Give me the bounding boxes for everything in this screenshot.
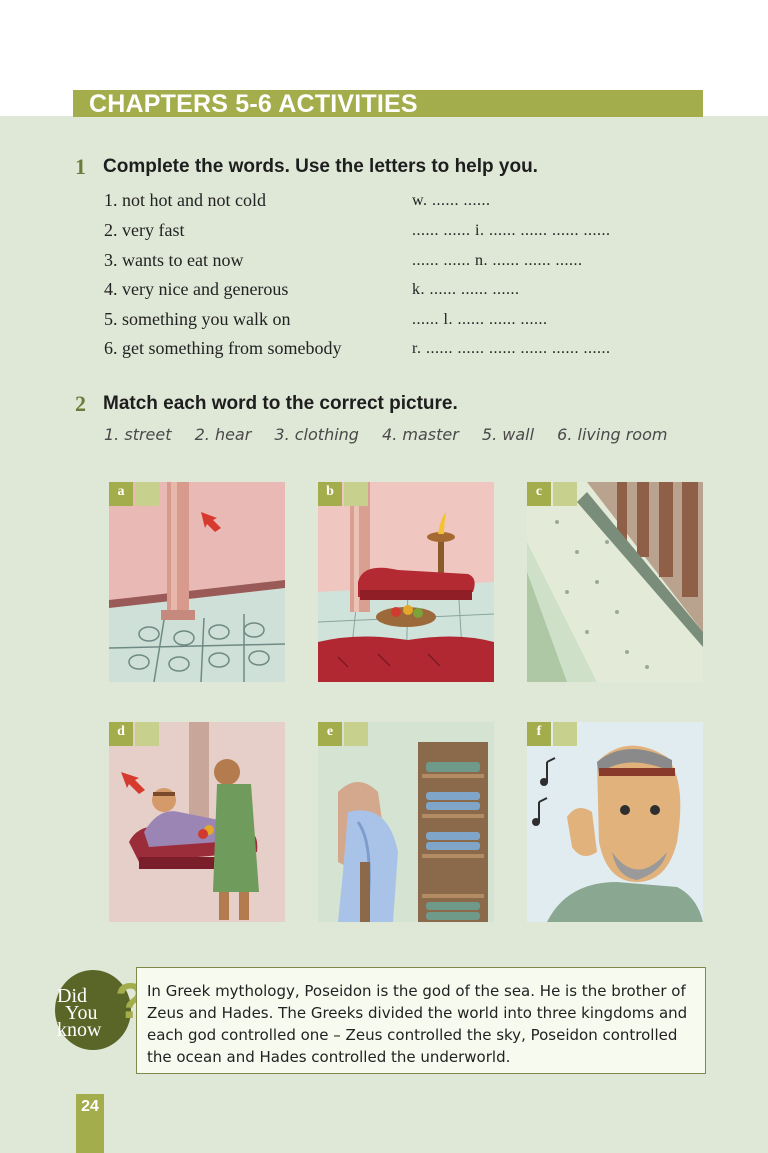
page-title: CHAPTERS 5-6 ACTIVITIES xyxy=(89,90,418,118)
picture-e-label: e xyxy=(318,722,368,746)
answer-blank-1[interactable]: w. ...... ...... xyxy=(412,192,491,210)
answer-blank-6[interactable]: r. ...... ...... ...... ...... ...... ..… xyxy=(412,340,610,358)
word-2: 2. hear xyxy=(194,425,252,444)
did-you-know-box: In Greek mythology, Poseidon is the god … xyxy=(136,967,706,1074)
chapter-header-bar: CHAPTERS 5-6 ACTIVITIES xyxy=(73,90,703,118)
word-6: 6. living room xyxy=(557,425,668,444)
clue-2: 2. very fast xyxy=(104,220,185,240)
picture-f-label: f xyxy=(527,722,577,746)
answer-blank-5[interactable]: ...... l. ...... ...... ...... xyxy=(412,311,547,329)
answer-blank-2[interactable]: ...... ...... i. ...... ...... ...... ..… xyxy=(412,222,610,240)
picture-b[interactable]: b xyxy=(318,482,494,682)
answer-blank-4[interactable]: k. ...... ...... ...... xyxy=(412,281,520,299)
clue-6: 6. get something from somebody xyxy=(104,338,342,358)
man-hearing-illustration xyxy=(527,722,703,922)
exercise-2-instruction: Match each word to the correct picture. xyxy=(103,393,458,414)
clothing-shelves-illustration xyxy=(318,722,494,922)
page-number: 24 xyxy=(81,1098,99,1115)
did-you-know-text: In Greek mythology, Poseidon is the god … xyxy=(147,982,688,1066)
picture-a[interactable]: a xyxy=(109,482,285,682)
master-reclining-illustration xyxy=(109,722,285,922)
picture-d-label: d xyxy=(109,722,159,746)
picture-f[interactable]: f xyxy=(527,722,703,922)
picture-d[interactable]: d xyxy=(109,722,285,922)
word-4: 4. master xyxy=(382,425,459,444)
wall-with-arrow-illustration xyxy=(109,482,285,682)
exercise-1-number: 1 xyxy=(75,154,86,179)
exercise-1-instruction: Complete the words. Use the letters to h… xyxy=(103,156,538,177)
picture-a-label: a xyxy=(109,482,159,506)
page-number-bar: 24 xyxy=(76,1094,104,1153)
picture-c-label: c xyxy=(527,482,577,506)
clue-5: 5. something you walk on xyxy=(104,309,291,329)
word-3: 3. clothing xyxy=(274,425,359,444)
picture-b-label: b xyxy=(318,482,368,506)
clue-3: 3. wants to eat now xyxy=(104,250,244,270)
did-you-know-badge: Did You know ? xyxy=(55,970,146,1050)
word-5: 5. wall xyxy=(481,425,535,444)
clue-4: 4. very nice and generous xyxy=(104,279,289,299)
exercise-2-number: 2 xyxy=(75,391,86,416)
picture-c[interactable]: c xyxy=(527,482,703,682)
word-1: 1. street xyxy=(104,425,172,444)
clue-1: 1. not hot and not cold xyxy=(104,190,266,210)
street-colonnade-illustration xyxy=(527,482,703,682)
answer-blank-3[interactable]: ...... ...... n. ...... ...... ...... xyxy=(412,252,583,270)
word-bank: 1. street 2. hear 3. clothing 4. master … xyxy=(104,425,685,444)
living-room-couch-illustration xyxy=(318,482,494,682)
picture-e[interactable]: e xyxy=(318,722,494,922)
